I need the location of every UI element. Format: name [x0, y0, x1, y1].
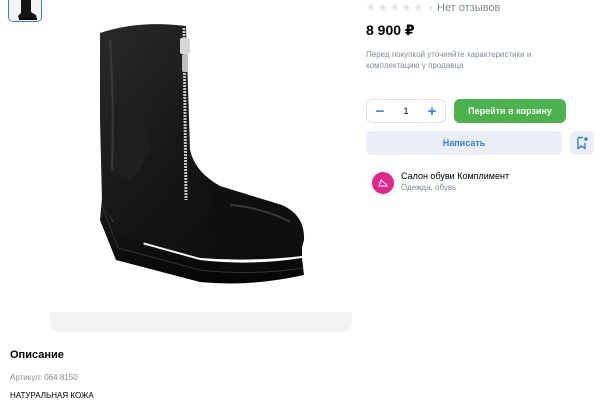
decrease-quantity-button[interactable]: −	[373, 104, 387, 119]
star-icon: ★	[366, 1, 376, 14]
star-icon: ★	[389, 1, 400, 14]
reviews-link[interactable]: Нет отзывов	[437, 2, 500, 14]
seller-name[interactable]: Салон обуви Комплимент	[401, 170, 509, 182]
go-to-cart-button[interactable]: Перейти в корзину	[454, 99, 566, 123]
description-title: Описание	[10, 349, 64, 361]
rating-stars: ★ ★ ★ ★ ★	[366, 1, 424, 14]
boot-thumbnail-icon	[9, 0, 41, 21]
star-icon: ★	[413, 1, 424, 14]
seller-card[interactable]: Салон обуви Комплимент Одежда, обувь	[372, 170, 509, 194]
seller-avatar[interactable]	[372, 172, 394, 194]
shoe-logo-icon	[378, 179, 388, 187]
write-message-button[interactable]: Написать	[366, 131, 562, 155]
quantity-stepper: − 1 +	[366, 99, 446, 123]
star-icon: ★	[401, 1, 412, 14]
seller-category: Одежда, обувь	[401, 183, 457, 192]
quantity-value[interactable]: 1	[403, 106, 408, 116]
product-price: 8 900 ₽	[366, 22, 415, 38]
star-icon: ★	[377, 1, 388, 14]
bookmark-button[interactable]	[570, 131, 594, 155]
thumbnail-active[interactable]	[8, 0, 42, 22]
material-text: НАТУРАЛЬНАЯ КОЖА	[10, 391, 94, 400]
rating-row: ★ ★ ★ ★ ★ · Нет отзывов	[366, 1, 500, 15]
rating-separator: ·	[429, 2, 434, 14]
purchase-notice: Перед покупкой уточняйте характеристики …	[366, 50, 532, 70]
product-photo	[50, 0, 352, 312]
ankle-boot-icon	[100, 24, 305, 284]
bookmark-plus-icon	[577, 136, 588, 150]
article-number: Артикул: 064 8150	[10, 373, 78, 382]
product-image[interactable]	[50, 0, 352, 332]
increase-quantity-button[interactable]: +	[425, 104, 439, 119]
